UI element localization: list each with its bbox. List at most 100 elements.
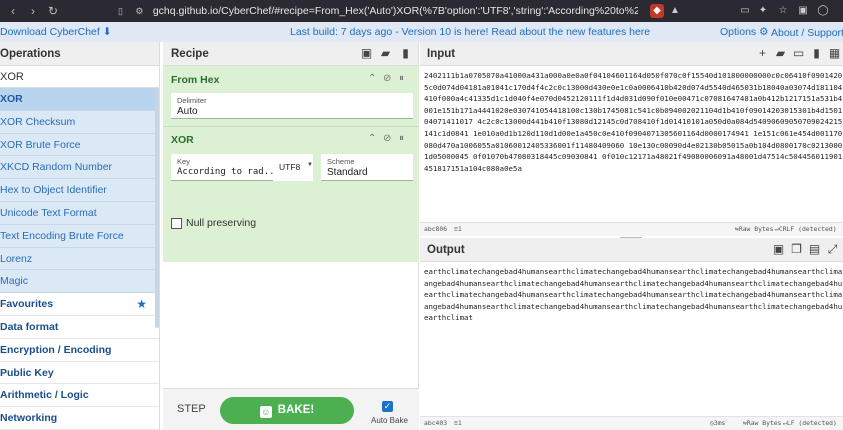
back-icon[interactable]: ‹ (6, 4, 20, 18)
text-line: 410f000a4c41335d1c1d040f4e070d0452120111… (424, 94, 842, 104)
rewards-icon[interactable]: ▲ (668, 4, 682, 18)
bake-bar: STEP ☺ BAKE! ✓ Auto Bake (163, 388, 419, 430)
delimiter-value: Auto (177, 106, 198, 117)
address-bar[interactable]: ▯ ⚙ gchq.github.io/CyberChef/#recipe=Fro… (118, 3, 638, 19)
input-line-count: ≡ 1 (454, 225, 462, 233)
gear-icon: ⚙ (759, 26, 769, 38)
input-raw-bytes[interactable]: ⇆ Raw Bytes (735, 223, 774, 236)
text-line: earthclimatechangebad4humansearthclimate… (424, 290, 842, 300)
operation-item[interactable]: XKCD Random Number (0, 156, 159, 180)
input-textarea[interactable]: 2402111b1a0705070a41000a431a000a0e0a0f04… (424, 70, 842, 220)
browser-toolbar: ‹ › ↻ ▯ ⚙ gchq.github.io/CyberChef/#reci… (0, 0, 843, 22)
output-header: Output ▣ ❐ ▤ ⤢ (420, 238, 843, 262)
pause-xor-icon[interactable]: ⏸ (399, 133, 404, 144)
layout-icon[interactable]: ▦ (828, 47, 841, 60)
input-eol[interactable]: ↵ CRLF (detected) (775, 223, 837, 236)
operation-item[interactable]: XOR (0, 88, 159, 111)
recipe-panel: Recipe ▣ ▰ ▮ From Hex ⌃ ⊘ ⏸ Delimiter Au… (163, 42, 419, 430)
text-line: 2402111b1a0705070a41000a431a000a0e0a0f04… (424, 71, 842, 80)
operations-panel: Operations XOR XOR XOR Checksum XOR Brute … (0, 42, 160, 430)
sidebar-icon[interactable]: ▭ (738, 4, 752, 18)
chevron-down-icon: ▼ (307, 162, 313, 168)
pause-from-hex-icon[interactable]: ⏸ (399, 73, 404, 84)
category-item[interactable]: Arithmetic / Logic (0, 384, 159, 408)
text-line: 080d470a1006055a01060012405336001f114804… (424, 140, 842, 150)
extensions-icon[interactable]: ✦ (756, 4, 770, 18)
text-line: 141c1d0841 1e010a0d1b120d110d1d00e1a450c… (424, 128, 842, 138)
scheme-field[interactable]: Scheme Standard (321, 154, 413, 181)
output-title: Output (427, 244, 465, 256)
input-header: Input + ▰ ▭ ▮ ▦ (420, 42, 843, 66)
input-statusbar: abc 806 ≡ 1 ⇆ Raw Bytes ↵ CRLF (detected… (420, 222, 843, 236)
category-item[interactable]: Public Key (0, 361, 159, 385)
key-value: According to rad... (177, 167, 280, 177)
operations-search-input[interactable]: XOR (0, 66, 159, 88)
save-recipe-icon[interactable]: ▣ (360, 47, 373, 60)
ingredient-divider (163, 126, 419, 127)
collapse-from-hex-icon[interactable]: ⌃ (368, 73, 376, 84)
operations-scrollbar[interactable] (155, 88, 159, 328)
operation-item[interactable]: Hex to Object Identifier (0, 179, 159, 202)
forward-icon[interactable]: › (26, 4, 40, 18)
operation-item[interactable]: Text Encoding Brute Force (0, 224, 159, 248)
disable-from-hex-icon[interactable]: ⊘ (383, 73, 391, 84)
scheme-value: Standard (327, 167, 368, 178)
site-info-icon[interactable]: ⚙ (135, 6, 144, 17)
options-link[interactable]: Options ⚙ (720, 26, 769, 38)
operation-item[interactable]: XOR Checksum (0, 110, 159, 134)
output-raw-bytes[interactable]: ⇆ Raw Bytes (743, 417, 782, 430)
io-panel: Input + ▰ ▭ ▮ ▦ 2402111b1a0705070a41000a… (420, 42, 843, 430)
clear-input-icon[interactable]: ▮ (810, 47, 823, 60)
operation-item[interactable]: Magic (0, 270, 159, 294)
input-title: Input (427, 48, 456, 60)
clear-recipe-icon[interactable]: ▮ (399, 47, 412, 60)
url-text: gchq.github.io/CyberChef/#recipe=From_He… (152, 5, 639, 17)
category-item[interactable]: Data format (0, 315, 159, 339)
category-item[interactable]: Encryption / Encoding (0, 338, 159, 362)
disable-xor-icon[interactable]: ⊘ (383, 133, 391, 144)
operation-item[interactable]: Unicode Text Format (0, 201, 159, 225)
text-line: angebad4humansearthclimatechangebad4huma… (424, 301, 842, 311)
step-button[interactable]: STEP (177, 403, 206, 415)
bookmarks-icon[interactable]: ☆ (776, 4, 790, 18)
operation-item[interactable]: Lorenz (0, 247, 159, 271)
output-line-count: ≡ 1 (454, 419, 462, 427)
text-line: earthclimatechangebad4humansearthclimate… (424, 267, 842, 276)
load-recipe-icon[interactable]: ▰ (379, 47, 392, 60)
add-tab-icon[interactable]: + (756, 47, 769, 60)
delimiter-label: Delimiter (177, 96, 207, 105)
maximise-icon[interactable]: ⤢ (826, 243, 839, 256)
auto-bake-checkbox[interactable]: ✓ (382, 401, 393, 412)
reload-icon[interactable]: ↻ (46, 4, 60, 18)
bookmark-icon[interactable]: ▯ (118, 6, 127, 17)
download-link[interactable]: Download CyberChef ⬇ (0, 26, 112, 38)
output-eol[interactable]: ↵ LF (detected) (783, 417, 837, 430)
brave-shield-icon[interactable]: ◆ (650, 4, 664, 18)
key-encoding-dropdown[interactable]: UTF8 ▼ (273, 154, 313, 181)
operation-item[interactable]: XOR Brute Force (0, 133, 159, 157)
key-encoding-value: UTF8 (279, 162, 301, 172)
text-line: 1d05000045 0f01070b47080318445c09030841 … (424, 152, 842, 162)
open-file-icon[interactable]: ▭ (792, 47, 805, 60)
output-textarea[interactable]: earthclimatechangebad4humansearthclimate… (424, 266, 842, 416)
recipe-header: Recipe ▣ ▰ ▮ (163, 42, 418, 66)
category-item[interactable]: Networking (0, 407, 159, 430)
null-preserving-checkbox[interactable] (171, 218, 182, 229)
collapse-xor-icon[interactable]: ⌃ (368, 133, 376, 144)
text-line: angebad4humansearthclimatechangebad4huma… (424, 278, 842, 288)
bake-button[interactable]: ☺ BAKE! (220, 397, 354, 424)
copy-output-icon[interactable]: ❐ (790, 243, 803, 256)
from-hex-title: From Hex (171, 74, 220, 86)
replace-input-icon[interactable]: ▤ (808, 243, 821, 256)
about-link[interactable]: About / Support ❓ (771, 26, 843, 39)
text-line: earthclimat (424, 313, 473, 323)
auto-bake-label: Auto Bake (371, 416, 408, 425)
category-item[interactable]: Favourites ★ (0, 293, 159, 316)
save-output-icon[interactable]: ▣ (772, 243, 785, 256)
build-message[interactable]: Last build: 7 days ago - Version 10 is h… (290, 26, 650, 38)
open-folder-icon[interactable]: ▰ (774, 47, 787, 60)
text-line: 451817151a104c080a0e5a (424, 163, 522, 173)
wallet-icon[interactable]: ▣ (796, 4, 810, 18)
delimiter-field[interactable]: Delimiter Auto (171, 93, 413, 119)
profile-icon[interactable]: ◯ (816, 4, 830, 18)
